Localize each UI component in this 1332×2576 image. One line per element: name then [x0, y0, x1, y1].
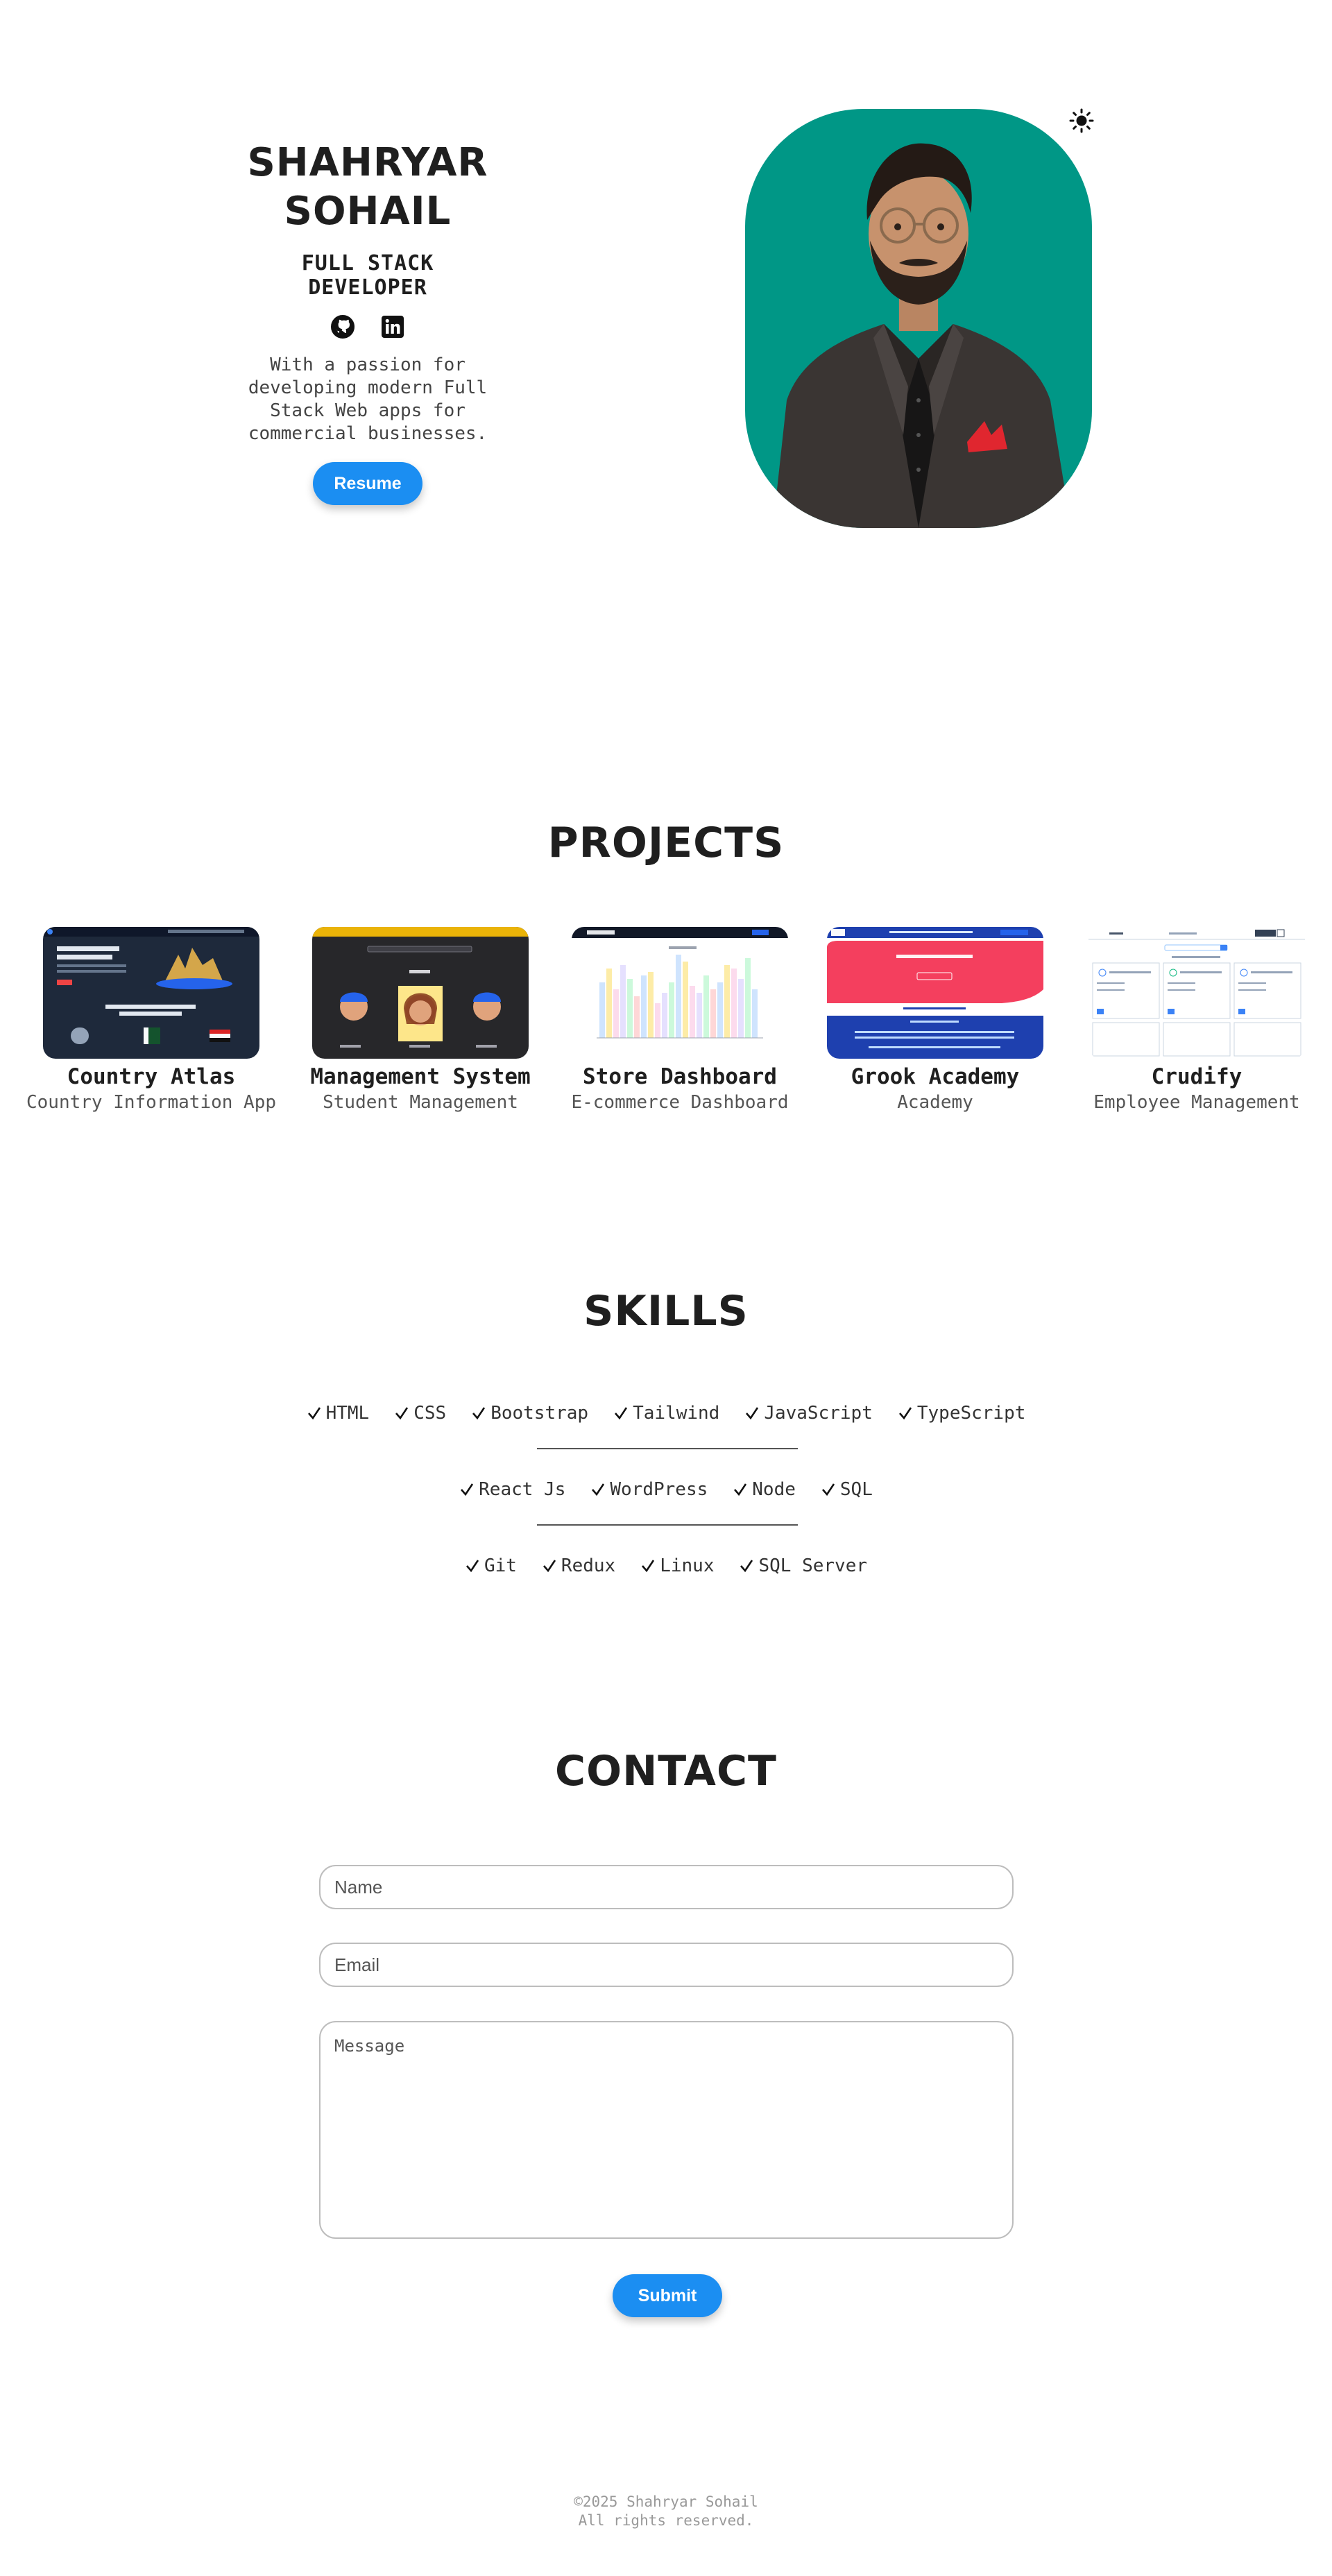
skills-divider	[537, 1448, 798, 1449]
footer-rights: All rights reserved.	[578, 2512, 754, 2529]
check-icon	[642, 1560, 655, 1573]
skill-item: CSS	[394, 1403, 446, 1424]
check-icon	[461, 1483, 474, 1496]
skill-item: Bootstrap	[471, 1403, 588, 1424]
skill-item: TypeScript	[898, 1403, 1026, 1424]
skill-item: SQL	[821, 1479, 873, 1500]
skills-divider	[537, 1524, 798, 1526]
project-description: Country Information App	[26, 1092, 277, 1113]
hero-name-last: SOHAIL	[284, 189, 452, 234]
hero-name: SHAHRYAR SOHAIL	[236, 139, 500, 236]
hero-tagline: With a passion for developing modern Ful…	[248, 355, 488, 444]
social-links	[236, 315, 500, 339]
email-field[interactable]	[319, 1943, 1014, 1987]
project-description: Student Management	[323, 1092, 518, 1113]
skill-label: Tailwind	[633, 1403, 720, 1424]
skills-row: React Js WordPress Node SQL	[0, 1479, 1332, 1500]
project-description: Academy	[897, 1092, 973, 1113]
skill-label: SQL Server	[758, 1555, 868, 1576]
skill-item: Git	[465, 1555, 517, 1576]
footer: ©2025 Shahryar Sohail All rights reserve…	[0, 2493, 1332, 2530]
skill-label: JavaScript	[764, 1403, 873, 1424]
check-icon	[615, 1407, 628, 1420]
skills-row: Git Redux Linux SQL Server	[0, 1555, 1332, 1576]
project-thumbnail	[827, 927, 1043, 1059]
check-icon	[395, 1407, 409, 1420]
resume-button[interactable]: Resume	[313, 462, 422, 505]
skill-item: WordPress	[590, 1479, 708, 1500]
skill-label: Bootstrap	[490, 1403, 589, 1424]
project-name: Crudify	[1151, 1064, 1243, 1089]
check-icon	[746, 1407, 759, 1420]
hero-role: FULL STACK DEVELOPER	[301, 251, 434, 300]
skill-label: SQL	[839, 1479, 873, 1500]
skill-label: Redux	[561, 1555, 616, 1576]
github-icon[interactable]	[331, 315, 355, 339]
check-icon	[740, 1560, 753, 1573]
name-field[interactable]	[319, 1865, 1014, 1909]
footer-copyright: ©2025 Shahryar Sohail	[574, 2493, 758, 2510]
skill-item: Linux	[640, 1555, 714, 1576]
project-description: Employee Management	[1093, 1092, 1300, 1113]
submit-button[interactable]: Submit	[613, 2274, 722, 2317]
skill-item: Redux	[542, 1555, 615, 1576]
check-icon	[734, 1483, 747, 1496]
project-thumbnail	[43, 927, 259, 1059]
skill-label: WordPress	[610, 1479, 708, 1500]
skill-item: SQL Server	[739, 1555, 867, 1576]
project-card-grook-academy[interactable]: Grook Academy Academy	[803, 927, 1067, 1113]
skills-title: SKILLS	[583, 1287, 749, 1336]
check-icon	[592, 1483, 605, 1496]
skill-item: HTML	[307, 1403, 370, 1424]
check-icon	[466, 1560, 479, 1573]
skill-item: React Js	[459, 1479, 565, 1500]
skill-label: Node	[752, 1479, 796, 1500]
skills-row: HTML CSS Bootstrap Tailwind JavaScript T…	[0, 1403, 1332, 1424]
skill-label: HTML	[325, 1403, 370, 1424]
skill-item: Tailwind	[613, 1403, 719, 1424]
project-thumbnail	[1088, 927, 1305, 1059]
skill-item: JavaScript	[744, 1403, 873, 1424]
project-card-management-system[interactable]: Management System Student Management	[289, 927, 552, 1113]
check-icon	[821, 1483, 835, 1496]
check-icon	[472, 1407, 486, 1420]
profile-photo	[745, 109, 1092, 528]
check-icon	[307, 1407, 321, 1420]
project-name: Grook Academy	[851, 1064, 1020, 1089]
skill-label: CSS	[413, 1403, 447, 1424]
message-field[interactable]	[319, 2021, 1014, 2239]
check-icon	[543, 1560, 556, 1573]
project-card-country-atlas[interactable]: Country Atlas Country Information App	[19, 927, 283, 1113]
skill-label: React Js	[479, 1479, 566, 1500]
skill-label: TypeScript	[916, 1403, 1026, 1424]
project-name: Management System	[310, 1064, 531, 1089]
linkedin-icon[interactable]	[381, 315, 404, 339]
project-name: Country Atlas	[67, 1064, 236, 1089]
project-card-crudify[interactable]: Crudify Employee Management	[1065, 927, 1329, 1113]
hero-intro: SHAHRYAR SOHAIL FULL STACK DEVELOPER Wit…	[236, 139, 500, 505]
hero-name-first: SHAHRYAR	[247, 140, 488, 185]
skill-label: Git	[484, 1555, 517, 1576]
contact-title: CONTACT	[555, 1747, 777, 1795]
check-icon	[898, 1407, 912, 1420]
skill-item: Node	[733, 1479, 796, 1500]
project-thumbnail	[312, 927, 529, 1059]
project-thumbnail	[572, 927, 788, 1059]
project-description: E-commerce Dashboard	[571, 1092, 789, 1113]
project-name: Store Dashboard	[583, 1064, 777, 1089]
skill-label: Linux	[660, 1555, 715, 1576]
sun-icon[interactable]	[1069, 108, 1094, 133]
projects-title: PROJECTS	[547, 819, 785, 867]
project-card-store-dashboard[interactable]: Store Dashboard E-commerce Dashboard	[548, 927, 812, 1113]
